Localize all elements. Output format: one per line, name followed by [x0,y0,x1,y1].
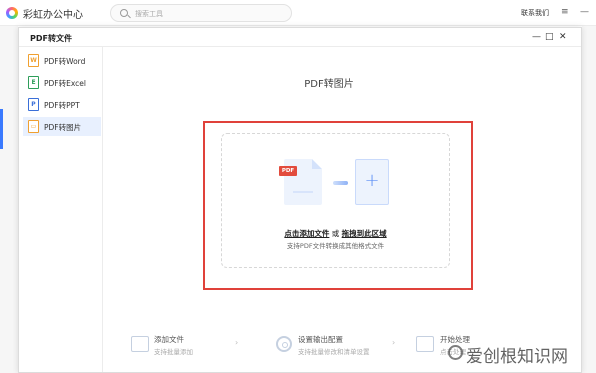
image-icon: ▭ [28,120,39,133]
watermark-logo-icon [448,345,463,360]
app-minimize-button[interactable]: — [580,7,589,17]
dialog-minimize-button[interactable]: — [532,32,541,42]
search-icon [120,9,128,17]
search-box[interactable] [110,4,292,22]
dialog-title: PDF转文件 [30,34,72,43]
drop-instructions: 点击添加文件 或 拖拽到此区域 [221,228,450,239]
chevron-right-icon: › [392,338,396,347]
sidebar-item-pdf-to-image[interactable]: ▭ PDF转图片 [23,117,101,136]
or-text: 或 [329,229,342,238]
rainbow-logo-icon [6,7,18,19]
dialog-header: PDF转文件 — □ ✕ [19,28,581,47]
start-process-icon [416,336,434,352]
dialog-maximize-button[interactable]: □ [545,32,554,42]
sidebar-item-label: PDF转Excel [44,79,86,88]
excel-icon: E [28,76,39,89]
drop-hint-text: 支持PDF文件转换成其他格式文件 [286,242,385,250]
app-top-bar: 彩虹办公中心 联系我们 ≡ — [0,0,596,26]
sidebar-item-label: PDF转图片 [44,123,82,132]
sidebar-item-pdf-to-excel[interactable]: E PDF转Excel [23,73,101,92]
ppt-icon: P [28,98,39,111]
app-side-strip [0,26,18,373]
watermark-text: 爱创根知识网 [466,347,568,367]
app-title: 彩虹办公中心 [23,10,83,21]
page-title: PDF转图片 [304,79,354,90]
document-line-decoration [293,191,313,193]
step-output-settings-desc: 支持批量修改和清单设置 [298,348,370,356]
search-input[interactable] [135,7,285,20]
menu-icon[interactable]: ≡ [561,7,569,17]
word-icon: W [28,54,39,67]
step-add-file-title: 添加文件 [154,335,184,344]
sidebar-item-pdf-to-word[interactable]: W PDF转Word [23,51,101,70]
sidebar-item-label: PDF转Word [44,57,86,66]
add-folder-icon [131,336,149,352]
contact-us-link[interactable]: 联系我们 [521,8,549,18]
add-file-plus-button[interactable]: + [355,159,389,205]
dialog-sidebar: W PDF转Word E PDF转Excel P PDF转PPT ▭ PDF转图… [19,47,103,372]
chevron-right-icon: › [235,338,239,347]
sidebar-item-label: PDF转PPT [44,101,80,110]
sidebar-item-pdf-to-ppt[interactable]: P PDF转PPT [23,95,101,114]
step-add-file-desc: 支持批量添加 [154,348,193,356]
pdf-badge: PDF [279,166,297,176]
app-side-active-marker [0,109,3,149]
step-output-settings-title: 设置输出配置 [298,335,343,344]
drag-here-link[interactable]: 拖拽到此区域 [342,229,387,238]
dialog-close-button[interactable]: ✕ [559,32,567,42]
app-right-strip [582,26,596,373]
click-add-file-link[interactable]: 点击添加文件 [284,229,329,238]
settings-icon [276,336,292,352]
convert-arrow-icon [333,181,348,185]
